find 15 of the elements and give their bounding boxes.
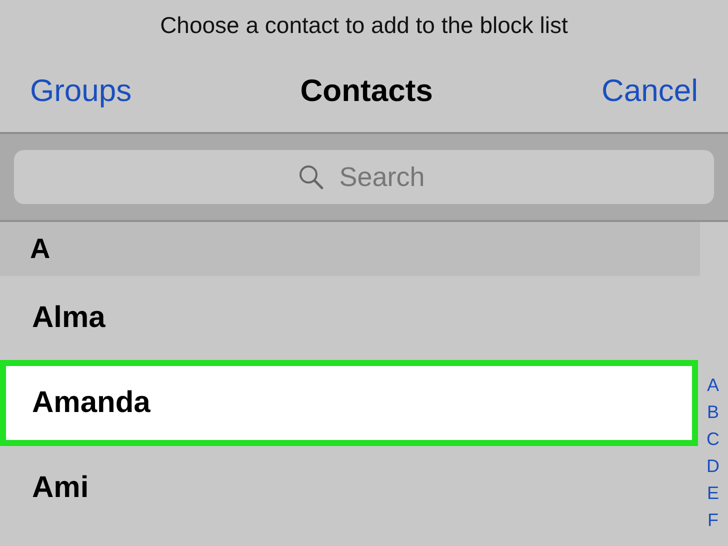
index-letter[interactable]: D <box>706 453 720 480</box>
index-letter[interactable]: A <box>706 372 719 399</box>
contact-row[interactable]: Ami <box>0 446 698 530</box>
section-letter: A <box>30 233 50 265</box>
index-letter[interactable]: E <box>706 480 719 507</box>
groups-button[interactable]: Groups <box>30 73 132 109</box>
index-letter[interactable]: C <box>706 426 720 453</box>
contact-row[interactable]: Alma <box>0 276 698 360</box>
index-letter[interactable]: F <box>708 507 718 534</box>
prompt-text: Choose a contact to add to the block list <box>160 12 568 38</box>
cancel-button[interactable]: Cancel <box>602 73 698 109</box>
contact-row[interactable]: Amanda <box>0 360 698 446</box>
nav-title: Contacts <box>300 73 433 109</box>
index-letter[interactable]: B <box>706 399 719 426</box>
search-field[interactable]: Search <box>14 150 714 204</box>
